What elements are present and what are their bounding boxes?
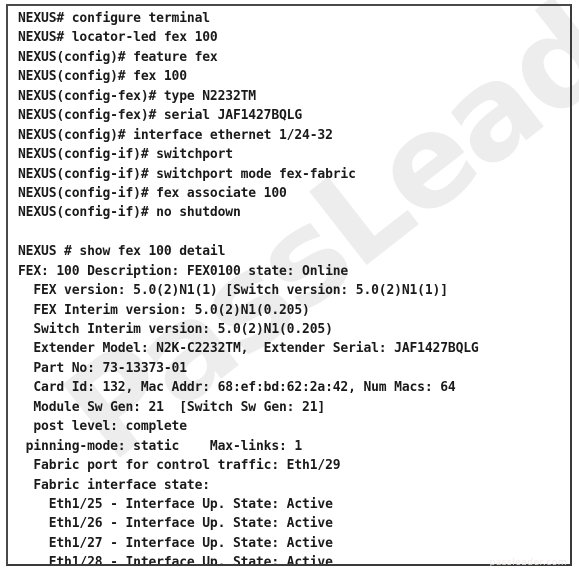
terminal-line-out-pinning-mode: pinning-mode: static Max-links: 1: [18, 438, 303, 454]
terminal-line-cmd-no-shutdown: NEXUS(config-if)# no shutdown: [18, 205, 241, 221]
terminal-console-box: NEXUS# configure terminal NEXUS# locator-…: [6, 4, 572, 566]
terminal-line-out-fabric-interface-state: Fabric interface state:: [18, 477, 210, 493]
terminal-line-cmd-serial: NEXUS(config-fex)# serial JAF1427BQLG: [18, 108, 303, 124]
terminal-line-out-fex-interim-version: FEX Interim version: 5.0(2)N1(0.205): [18, 302, 310, 318]
terminal-line-out-module-sw-gen: Module Sw Gen: 21 [Switch Sw Gen: 21]: [18, 399, 326, 415]
terminal-output-area: NEXUS# configure terminal NEXUS# locator-…: [18, 9, 568, 564]
terminal-line-out-fex-state: FEX: 100 Description: FEX0100 state: Onl…: [18, 263, 349, 279]
terminal-line-cmd-interface-ethernet: NEXUS(config)# interface ethernet 1/24-3…: [18, 127, 333, 143]
screenshot-root: PassLeader NEXUS# configure terminal NEXU…: [0, 0, 579, 573]
terminal-line-out-switch-interim-version: Switch Interim version: 5.0(2)N1(0.205): [18, 322, 333, 337]
terminal-line-out-extender-model: Extender Model: N2K-C2232TM, Extender Se…: [18, 341, 479, 357]
terminal-line-cmd-fex-100: NEXUS(config)# fex 100: [18, 69, 187, 85]
terminal-line-cmd-fex-associate: NEXUS(config-if)# fex associate 100: [18, 185, 287, 201]
terminal-line-out-eth1-25: Eth1/25 - Interface Up. State: Active: [18, 496, 333, 512]
terminal-line-out-post-level: post level: complete: [18, 419, 187, 435]
terminal-line-out-part-no: Part No: 73-13373-01: [18, 360, 187, 376]
terminal-line-out-card-id: Card Id: 132, Mac Addr: 68:ef:bd:62:2a:4…: [18, 380, 456, 396]
terminal-line-cmd-switchport: NEXUS(config-if)# switchport: [18, 147, 233, 163]
terminal-line-cmd-switchport-mode: NEXUS(config-if)# switchport mode fex-fa…: [18, 166, 356, 182]
terminal-line-cmd-configure-terminal: NEXUS# configure terminal: [18, 11, 210, 26]
terminal-line-out-eth1-26: Eth1/26 - Interface Up. State: Active: [18, 516, 333, 532]
terminal-line-cmd-type-n2232tm: NEXUS(config-fex)# type N2232TM: [18, 88, 256, 104]
terminal-line-out-eth1-28: Eth1/28 - Interface Up. State: Active: [18, 555, 333, 566]
terminal-line-out-fabric-control-port: Fabric port for control traffic: Eth1/29: [18, 458, 341, 474]
terminal-line-cmd-show-fex-detail: NEXUS # show fex 100 detail: [18, 244, 226, 260]
terminal-line-cmd-feature-fex: NEXUS(config)# feature fex: [18, 49, 218, 65]
terminal-line-out-eth1-27: Eth1/27 - Interface Up. State: Active: [18, 535, 333, 551]
footer-watermark-stamp: passleader.com: [489, 558, 567, 568]
terminal-line-out-fex-version: FEX version: 5.0(2)N1(1) [Switch version…: [18, 283, 448, 299]
terminal-line-blank-1: [18, 223, 568, 242]
terminal-line-cmd-locator-led: NEXUS# locator-led fex 100: [18, 30, 218, 46]
